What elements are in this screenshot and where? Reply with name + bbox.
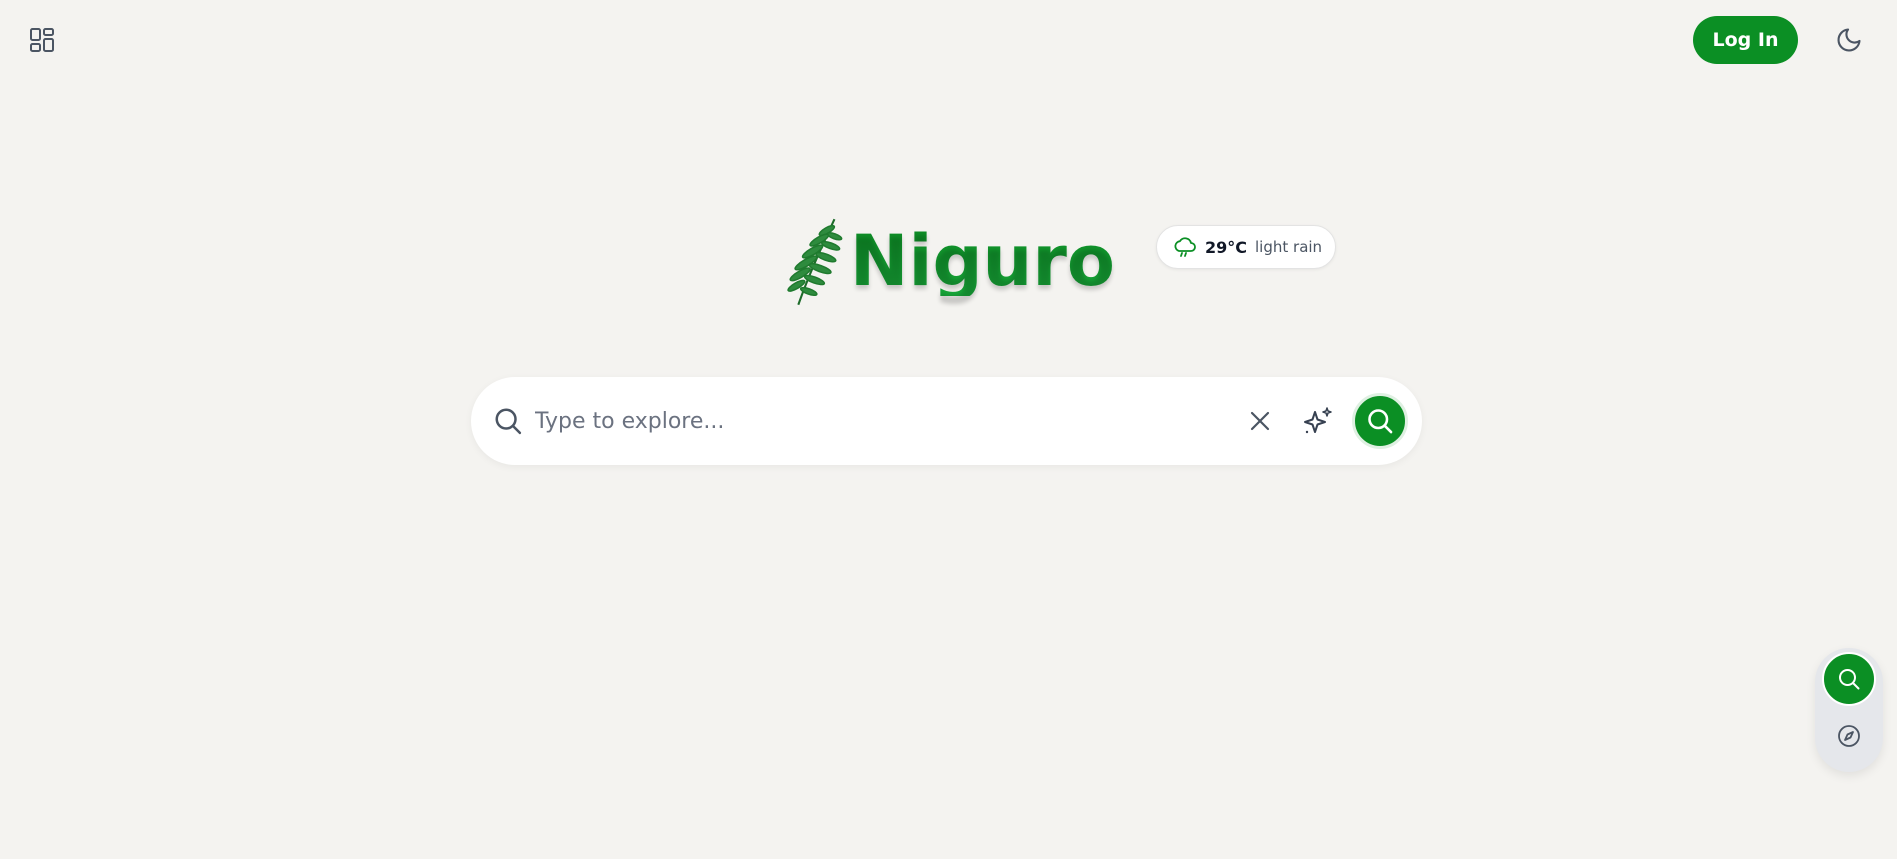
search-input[interactable]	[535, 396, 1238, 446]
clear-search-button[interactable]	[1238, 399, 1282, 443]
apps-grid-icon	[30, 28, 54, 52]
close-icon	[1250, 411, 1270, 431]
apps-grid-button[interactable]	[24, 22, 62, 60]
ai-search-button[interactable]	[1296, 399, 1340, 443]
dock-explore-button[interactable]	[1829, 716, 1869, 756]
search-icon	[1839, 669, 1860, 690]
sparkles-icon	[1304, 407, 1332, 434]
fern-leaf-icon	[787, 218, 843, 306]
search-submit-button[interactable]	[1352, 393, 1408, 449]
theme-toggle-button[interactable]	[1830, 20, 1868, 60]
weather-widget[interactable]: 29°C light rain	[1156, 225, 1336, 269]
compass-icon	[1838, 725, 1860, 747]
brand-name: Niguro	[849, 220, 1115, 302]
brand-logo[interactable]: Niguro	[785, 212, 1115, 310]
weather-description: light rain	[1255, 238, 1323, 256]
search-icon	[1368, 409, 1393, 434]
weather-temperature: 29°C	[1205, 237, 1248, 257]
cloud-rain-icon	[1174, 237, 1196, 257]
dock-search-button[interactable]	[1822, 652, 1876, 706]
moon-icon	[1837, 28, 1861, 52]
search-bar	[471, 377, 1422, 465]
search-icon	[495, 408, 522, 435]
login-button[interactable]: Log In	[1693, 16, 1798, 64]
side-dock	[1815, 648, 1883, 772]
